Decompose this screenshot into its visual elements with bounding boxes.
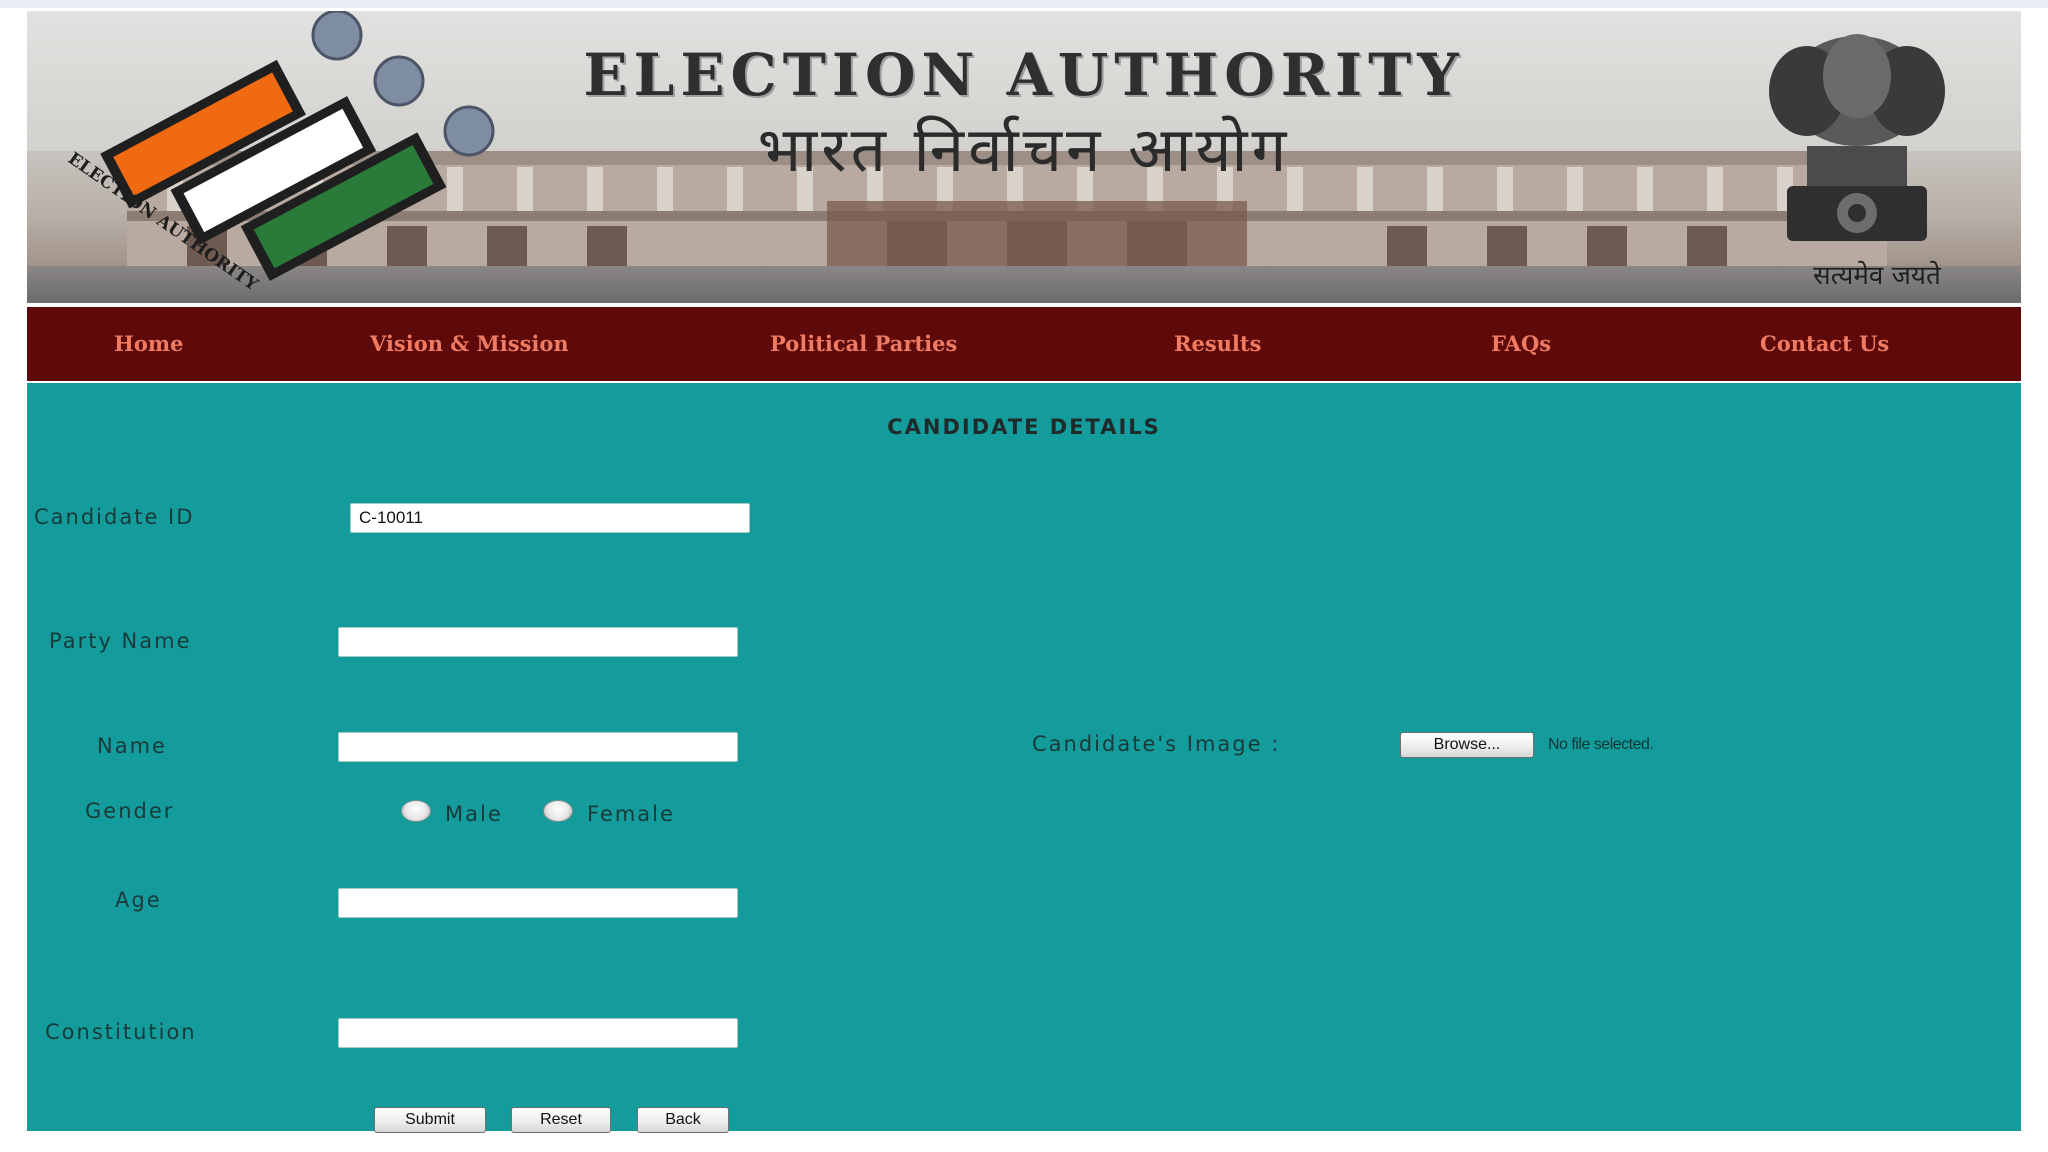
back-button[interactable]: Back [637, 1107, 729, 1133]
nav-political-parties[interactable]: Political Parties [770, 307, 957, 381]
party-name-label: Party Name [49, 629, 192, 653]
candidate-image-label: Candidate's Image : [1032, 732, 1281, 756]
election-authority-logo: ELECTION AUTHORITY [64, 11, 495, 296]
candidate-id-label: Candidate ID [34, 505, 195, 529]
age-input[interactable] [338, 888, 738, 918]
nav-faqs[interactable]: FAQs [1491, 307, 1551, 381]
constitution-input[interactable] [338, 1018, 738, 1048]
browser-top-border [0, 0, 2048, 8]
party-name-input[interactable] [338, 627, 738, 657]
candidate-form-panel: CANDIDATE DETAILS Candidate ID C-10011 P… [27, 383, 2021, 1133]
gender-label: Gender [85, 799, 175, 823]
reset-button[interactable]: Reset [511, 1107, 611, 1133]
gender-male-radio[interactable] [401, 800, 431, 822]
file-status-text: No file selected. [1548, 736, 1654, 753]
candidate-id-input[interactable]: C-10011 [350, 503, 750, 533]
name-input[interactable] [338, 732, 738, 762]
submit-button[interactable]: Submit [374, 1107, 486, 1133]
nav-vision-mission[interactable]: Vision & Mission [370, 307, 569, 381]
header-banner: ELECTION AUTHORITY भारत निर्वाचन आयोग EL… [27, 11, 2021, 303]
emblem-motto: सत्यमेव जयते [1813, 261, 1941, 291]
form-title: CANDIDATE DETAILS [887, 415, 1161, 439]
gender-female-radio[interactable] [543, 800, 573, 822]
gender-male-label[interactable]: Male [445, 802, 503, 826]
nav-contact-us[interactable]: Contact Us [1760, 307, 1889, 381]
gender-female-label[interactable]: Female [587, 802, 675, 826]
page: ELECTION AUTHORITY भारत निर्वाचन आयोग EL… [27, 11, 2021, 1133]
age-label: Age [115, 888, 162, 912]
constitution-label: Constitution [45, 1020, 197, 1044]
nav-results[interactable]: Results [1174, 307, 1261, 381]
nav-home[interactable]: Home [114, 307, 183, 381]
name-label: Name [97, 734, 167, 758]
main-nav: Home Vision & Mission Political Parties … [27, 307, 2021, 381]
browse-file-button[interactable]: Browse... [1400, 732, 1534, 758]
